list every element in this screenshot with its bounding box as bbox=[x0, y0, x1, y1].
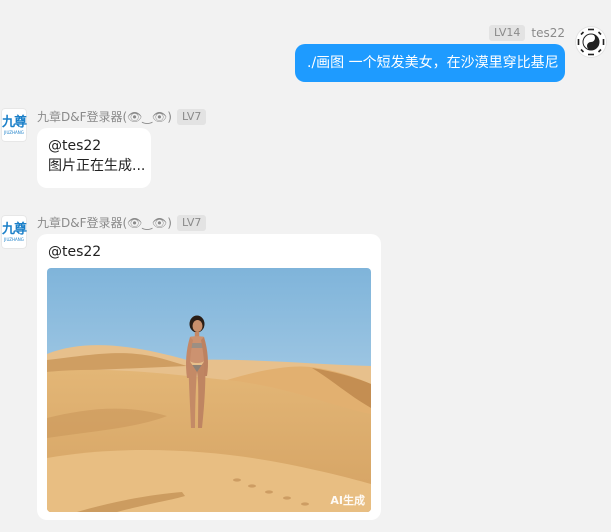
bot-message-header: 九章D&F登录器(👁‿👁) LV7 bbox=[37, 108, 207, 125]
bot-logo: 九尊 bbox=[1, 114, 27, 130]
yin-yang-bagua-icon bbox=[577, 28, 605, 56]
desert-scene-image bbox=[47, 268, 371, 512]
bot-logo-caption: JIUZHANG bbox=[4, 236, 24, 242]
bot-logo: 九尊 bbox=[1, 221, 27, 237]
mention[interactable]: @tes22 bbox=[48, 136, 140, 156]
bot-logo-caption: JIUZHANG bbox=[4, 129, 24, 135]
generated-image[interactable]: AI生成 bbox=[47, 268, 371, 512]
ai-generated-badge: AI生成 bbox=[330, 494, 365, 507]
bot-level-badge: LV7 bbox=[176, 108, 207, 125]
bot-message-header: 九章D&F登录器(👁‿👁) LV7 bbox=[37, 214, 207, 231]
user-avatar[interactable] bbox=[575, 26, 607, 58]
user-message-bubble[interactable]: ./画图 一个短发美女，在沙漠里穿比基尼 bbox=[295, 44, 565, 82]
user-message-text: ./画图 一个短发美女，在沙漠里穿比基尼 bbox=[307, 55, 559, 71]
user-message-header: LV14 tes22 bbox=[488, 25, 565, 41]
user-name[interactable]: tes22 bbox=[531, 26, 565, 40]
bot-level-badge: LV7 bbox=[176, 214, 207, 231]
bot-avatar[interactable]: 九尊 JIUZHANG bbox=[1, 215, 27, 249]
user-level-badge: LV14 bbox=[488, 25, 526, 41]
bot-avatar[interactable]: 九尊 JIUZHANG bbox=[1, 108, 27, 142]
status-text: 图片正在生成... bbox=[48, 158, 146, 174]
bot-name[interactable]: 九章D&F登录器(👁‿👁) bbox=[37, 108, 172, 125]
bot-message-bubble[interactable]: @tes22 图片正在生成... bbox=[37, 128, 151, 188]
bot-name[interactable]: 九章D&F登录器(👁‿👁) bbox=[37, 214, 172, 231]
bot-image-message-bubble[interactable]: @tes22 AI生成 bbox=[37, 234, 381, 520]
mention[interactable]: @tes22 bbox=[48, 242, 101, 262]
